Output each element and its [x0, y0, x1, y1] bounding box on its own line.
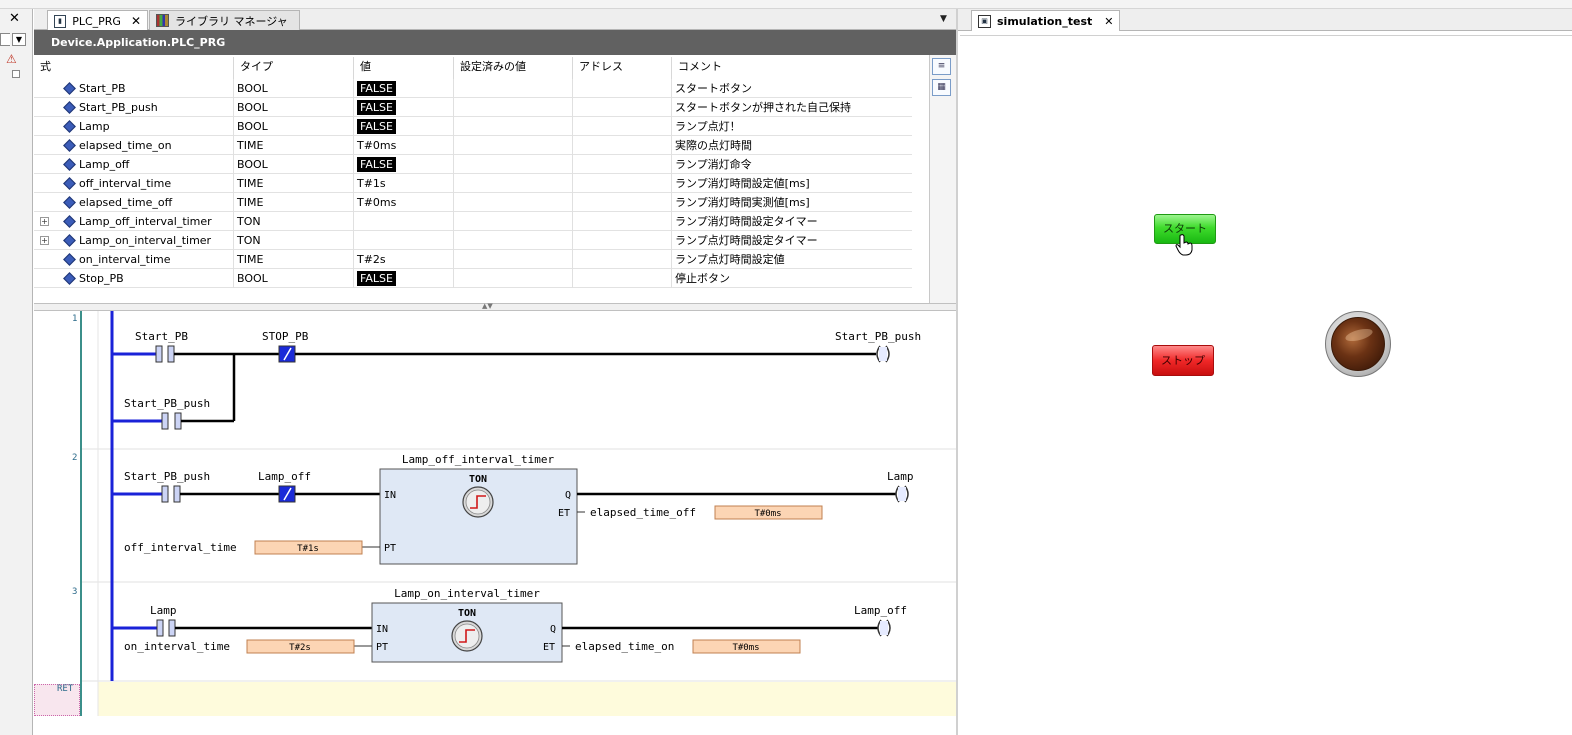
contact-label: STOP_PB: [262, 330, 309, 343]
fb-pin-q: Q: [550, 624, 556, 635]
ladder-diagram[interactable]: Start_PB STOP_PB Start_PB_push Start_PB_…: [0, 0, 956, 735]
et-online-value: T#0ms: [754, 509, 781, 519]
pt-online-value: T#2s: [289, 643, 311, 653]
fb-pin-et: ET: [558, 508, 570, 519]
stop-button[interactable]: ストップ: [1152, 345, 1214, 376]
fb-instance-label: Lamp_off_interval_timer: [402, 453, 555, 466]
fb-instance-label: Lamp_on_interval_timer: [394, 587, 540, 600]
contact-label: Start_PB: [135, 330, 188, 343]
fb-pin-in: IN: [376, 624, 388, 635]
contact-label: Lamp_off: [258, 470, 311, 483]
coil-lamp[interactable]: [895, 485, 909, 503]
pt-variable-label: on_interval_time: [124, 640, 230, 653]
visualization-canvas[interactable]: [958, 31, 1572, 735]
contact-lamp-off-negated[interactable]: [278, 485, 296, 503]
contact-stop-pb-negated[interactable]: [278, 345, 296, 363]
fb-type-label: TON: [469, 474, 487, 485]
et-online-value: T#0ms: [732, 643, 759, 653]
contact-start-pb-push[interactable]: [161, 485, 181, 503]
visualization-top-border: [960, 31, 1572, 36]
pt-variable-label: off_interval_time: [124, 541, 237, 554]
coil-label: Lamp: [887, 470, 914, 483]
pt-online-value: T#1s: [297, 544, 319, 554]
contact-start-pb-push-branch[interactable]: [161, 412, 182, 430]
contact-label: Start_PB_push: [124, 470, 210, 483]
contact-label: Lamp: [150, 604, 177, 617]
contact-label: Start_PB_push: [124, 397, 210, 410]
coil-label: Start_PB_push: [835, 330, 921, 343]
tab-simulation-test[interactable]: ▣ simulation_test ✕: [971, 10, 1121, 31]
contact-start-pb[interactable]: [155, 345, 175, 363]
fb-pin-q: Q: [565, 490, 571, 501]
et-variable-label: elapsed_time_off: [590, 506, 696, 519]
fb-type-label: TON: [458, 608, 476, 619]
fb-pin-in: IN: [384, 490, 396, 501]
contact-lamp[interactable]: [156, 619, 176, 637]
visualization-icon: ▣: [978, 14, 991, 28]
coil-label: Lamp_off: [854, 604, 907, 617]
et-variable-label: elapsed_time_on: [575, 640, 674, 653]
fb-pin-pt: PT: [376, 642, 388, 653]
tab-label: simulation_test: [997, 14, 1093, 28]
close-tab-icon[interactable]: ✕: [1104, 15, 1113, 28]
fb-pin-et: ET: [543, 642, 555, 653]
fb-pin-pt: PT: [384, 543, 396, 554]
coil-lamp-off[interactable]: [877, 619, 891, 637]
hand-cursor-icon: [1175, 234, 1193, 256]
coil-start-pb-push[interactable]: [876, 345, 890, 363]
lamp-lens: [1331, 317, 1385, 371]
